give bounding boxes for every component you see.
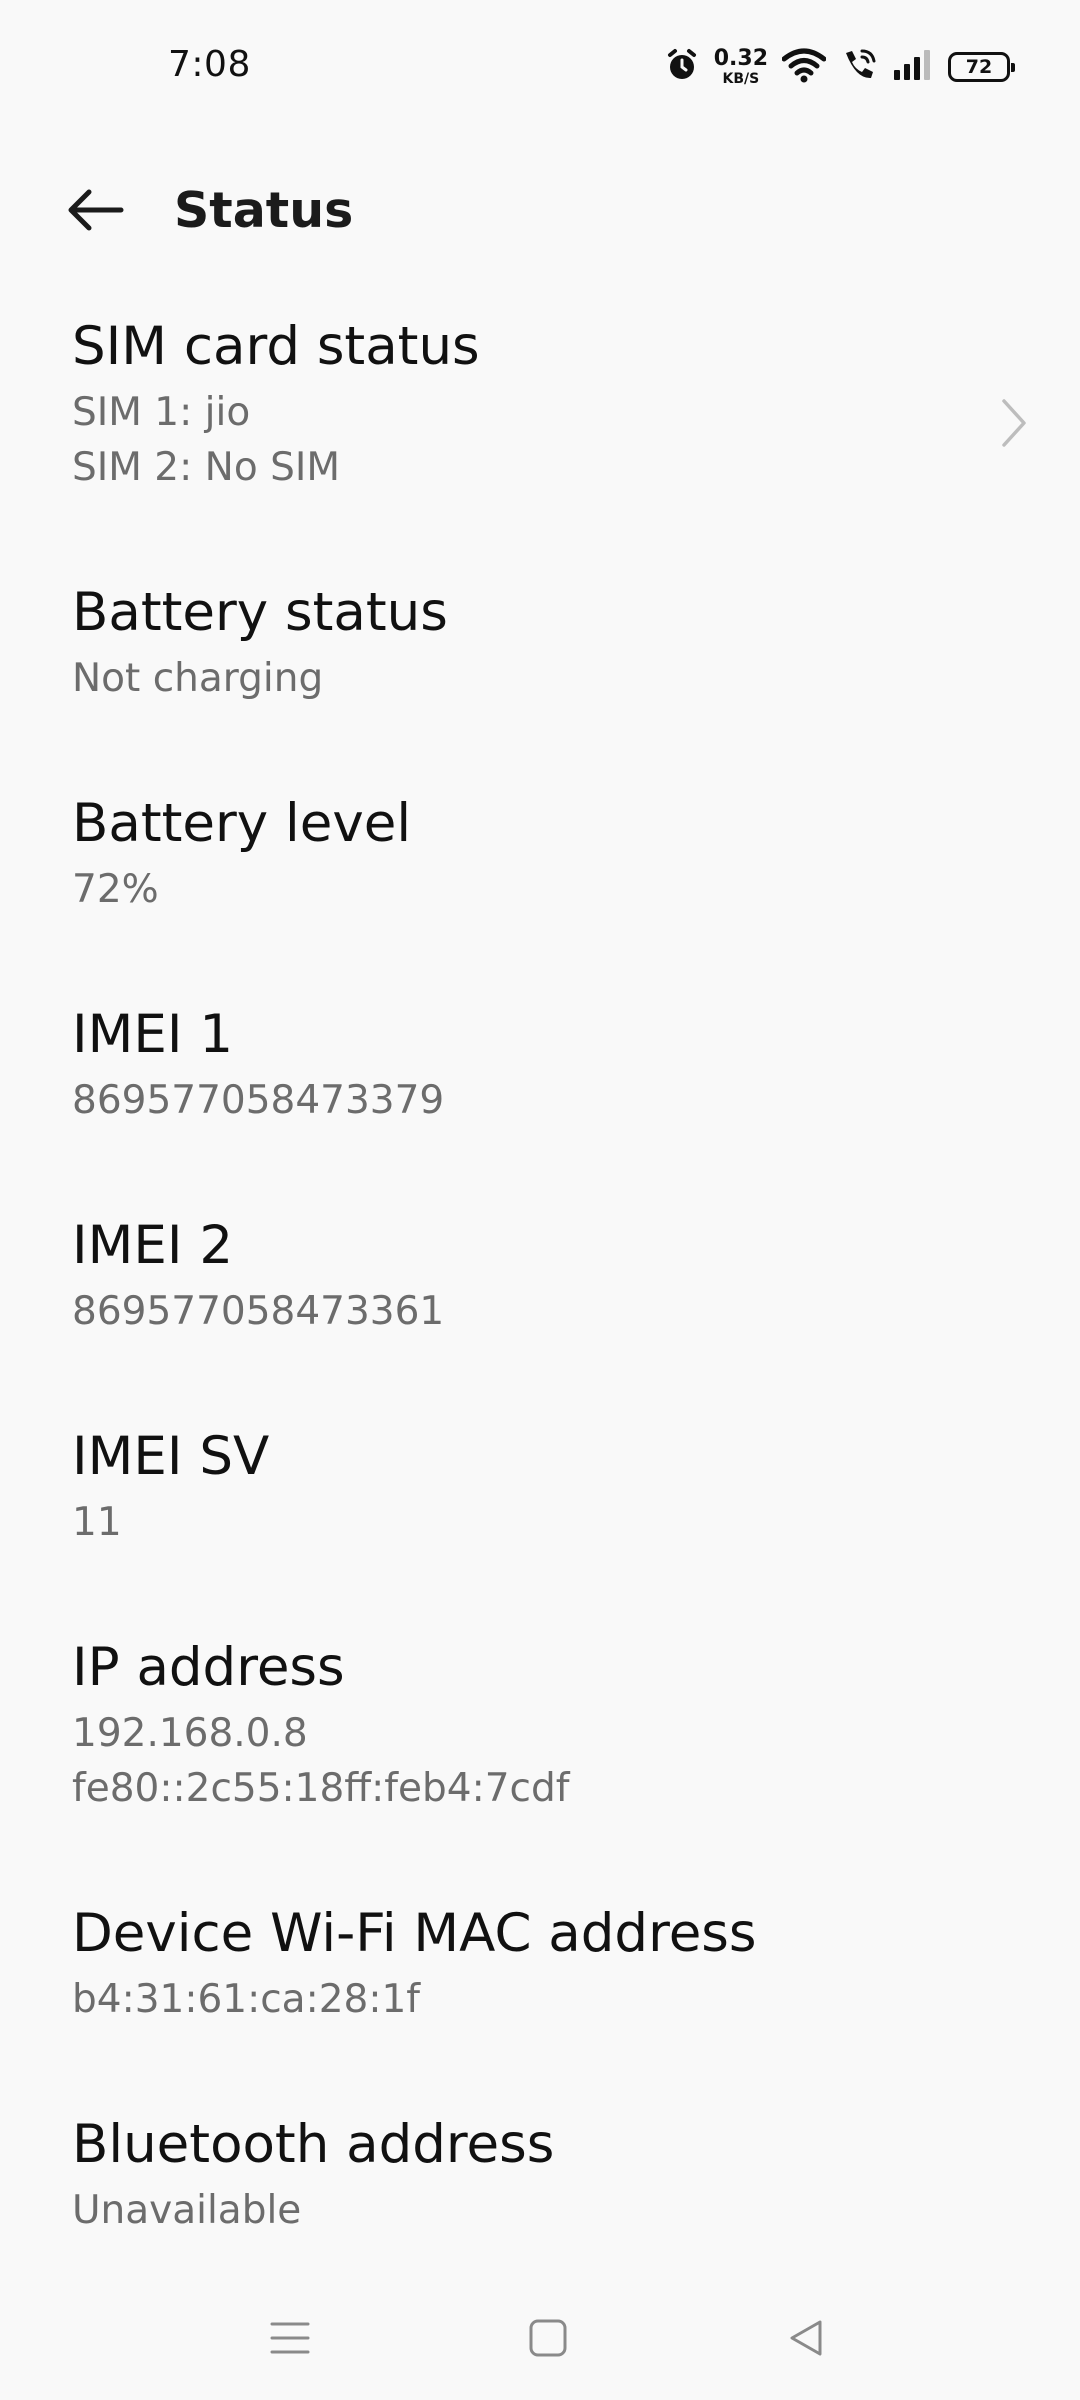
wifi-mac-address-item: Device Wi-Fi MAC address b4:31:61:ca:28:… bbox=[0, 1902, 1080, 2113]
item-title: IMEI SV bbox=[72, 1426, 270, 1487]
status-list: SIM card status SIM 1: jio SIM 2: No SIM… bbox=[0, 315, 1080, 2324]
item-subtitle: fe80::2c55:18ff:feb4:7cdf bbox=[72, 1765, 570, 1811]
item-subtitle: 869577058473379 bbox=[72, 1077, 445, 1123]
item-title: IMEI 2 bbox=[72, 1215, 234, 1276]
status-screen: 7:08 0.32 KB/S 72 Status SIM card status… bbox=[0, 0, 1080, 2400]
item-subtitle: b4:31:61:ca:28:1f bbox=[72, 1976, 421, 2022]
navigation-bar bbox=[0, 2280, 1080, 2400]
recent-apps-button[interactable] bbox=[254, 2308, 326, 2372]
back-button[interactable] bbox=[58, 178, 132, 246]
item-title: Device Wi-Fi MAC address bbox=[72, 1903, 757, 1964]
back-arrow-icon bbox=[65, 188, 125, 236]
item-title: IMEI 1 bbox=[72, 1004, 234, 1065]
sim-card-status-item[interactable]: SIM card status SIM 1: jio SIM 2: No SIM bbox=[0, 315, 1080, 581]
battery-status-item: Battery status Not charging bbox=[0, 581, 1080, 792]
item-subtitle: SIM 2: No SIM bbox=[72, 444, 340, 490]
system-back-button[interactable] bbox=[770, 2308, 842, 2372]
chevron-right-icon bbox=[994, 395, 1034, 451]
item-title: Battery level bbox=[72, 793, 412, 854]
item-title: SIM card status bbox=[72, 316, 480, 377]
item-subtitle: 869577058473361 bbox=[72, 1288, 445, 1334]
signal-icon bbox=[892, 48, 934, 86]
wifi-icon bbox=[781, 47, 827, 87]
item-subtitle: Unavailable bbox=[72, 2187, 302, 2233]
imei-1-item: IMEI 1 869577058473379 bbox=[0, 1003, 1080, 1214]
item-subtitle: 11 bbox=[72, 1499, 122, 1545]
item-title: Bluetooth address bbox=[72, 2114, 555, 2175]
network-speed: 0.32 KB/S bbox=[713, 46, 768, 87]
network-speed-unit: KB/S bbox=[722, 71, 760, 87]
back-icon bbox=[786, 2318, 826, 2362]
page-title: Status bbox=[174, 182, 354, 239]
status-bar-time: 7:08 bbox=[168, 44, 251, 85]
menu-icon bbox=[270, 2318, 310, 2362]
item-subtitle: SIM 1: jio bbox=[72, 389, 251, 435]
imei-2-item: IMEI 2 869577058473361 bbox=[0, 1214, 1080, 1425]
ip-address-item: IP address 192.168.0.8 fe80::2c55:18ff:f… bbox=[0, 1636, 1080, 1902]
item-title: Battery status bbox=[72, 582, 448, 643]
status-bar: 7:08 0.32 KB/S 72 bbox=[0, 0, 1080, 130]
item-subtitle: 72% bbox=[72, 866, 159, 912]
network-speed-value: 0.32 bbox=[713, 46, 768, 71]
alarm-icon bbox=[664, 47, 700, 87]
battery-icon: 72 bbox=[948, 52, 1015, 82]
item-title: IP address bbox=[72, 1637, 345, 1698]
battery-level-text: 72 bbox=[965, 56, 993, 78]
home-button[interactable] bbox=[512, 2308, 584, 2372]
battery-level-item: Battery level 72% bbox=[0, 792, 1080, 1003]
status-bar-icons: 0.32 KB/S 72 bbox=[650, 44, 1015, 90]
home-icon bbox=[528, 2318, 568, 2362]
app-header: Status bbox=[0, 160, 1080, 265]
wifi-calling-icon bbox=[840, 47, 878, 87]
imei-sv-item: IMEI SV 11 bbox=[0, 1425, 1080, 1636]
item-subtitle: 192.168.0.8 bbox=[72, 1710, 308, 1756]
item-subtitle: Not charging bbox=[72, 655, 324, 701]
